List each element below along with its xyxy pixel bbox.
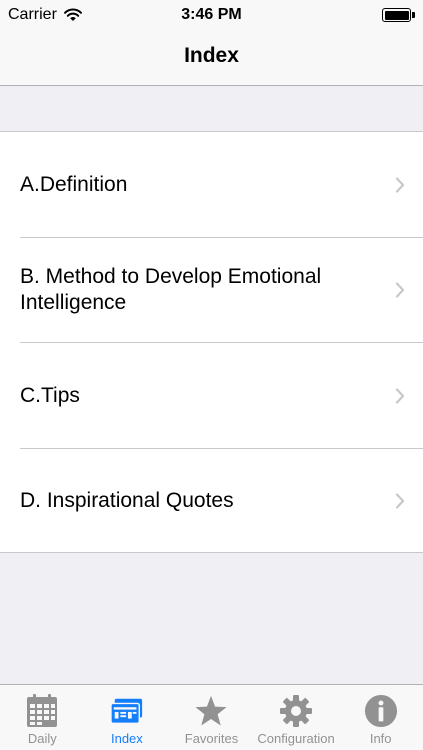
index-cards-icon <box>110 693 144 729</box>
index-list: A.Definition B. Method to Develop Emotio… <box>0 131 423 553</box>
star-icon <box>194 693 228 729</box>
tab-label: Configuration <box>257 731 335 746</box>
tab-bar: Daily Index Favorites Configuration Info <box>0 684 423 750</box>
list-item-tips[interactable]: C.Tips <box>0 343 423 449</box>
status-time: 3:46 PM <box>181 6 242 23</box>
list-item-label: C.Tips <box>20 383 80 407</box>
gear-icon <box>279 693 313 729</box>
tab-configuration[interactable]: Configuration <box>254 685 339 750</box>
chevron-right-icon <box>395 282 405 298</box>
battery-icon <box>382 8 415 22</box>
page-title: Index <box>184 44 239 67</box>
tab-label: Index <box>110 731 143 746</box>
list-item-label: D. Inspirational Quotes <box>20 489 234 513</box>
tab-label: Info <box>369 731 392 746</box>
list-item-label: A.Definition <box>20 172 128 196</box>
tab-label: Favorites <box>184 731 239 746</box>
chevron-right-icon <box>395 493 405 509</box>
tab-daily[interactable]: Daily <box>0 685 85 750</box>
list-item-quotes[interactable]: D. Inspirational Quotes <box>0 449 423 555</box>
tab-index[interactable]: Index <box>85 685 170 750</box>
tab-label: Daily <box>27 731 57 746</box>
tab-favorites[interactable]: Favorites <box>169 685 254 750</box>
status-bar: Carrier 3:46 PM <box>0 0 423 30</box>
chevron-right-icon <box>395 388 405 404</box>
list-item-definition[interactable]: A.Definition <box>0 132 423 238</box>
list-item-label: B. Method to Develop Emotional Intellige… <box>20 265 322 315</box>
calendar-icon <box>25 693 59 729</box>
tab-info[interactable]: Info <box>338 685 423 750</box>
list-item-method[interactable]: B. Method to Develop Emotional Intellige… <box>0 238 423 344</box>
chevron-right-icon <box>395 177 405 193</box>
info-icon <box>364 693 398 729</box>
navigation-bar: Index <box>0 30 423 86</box>
